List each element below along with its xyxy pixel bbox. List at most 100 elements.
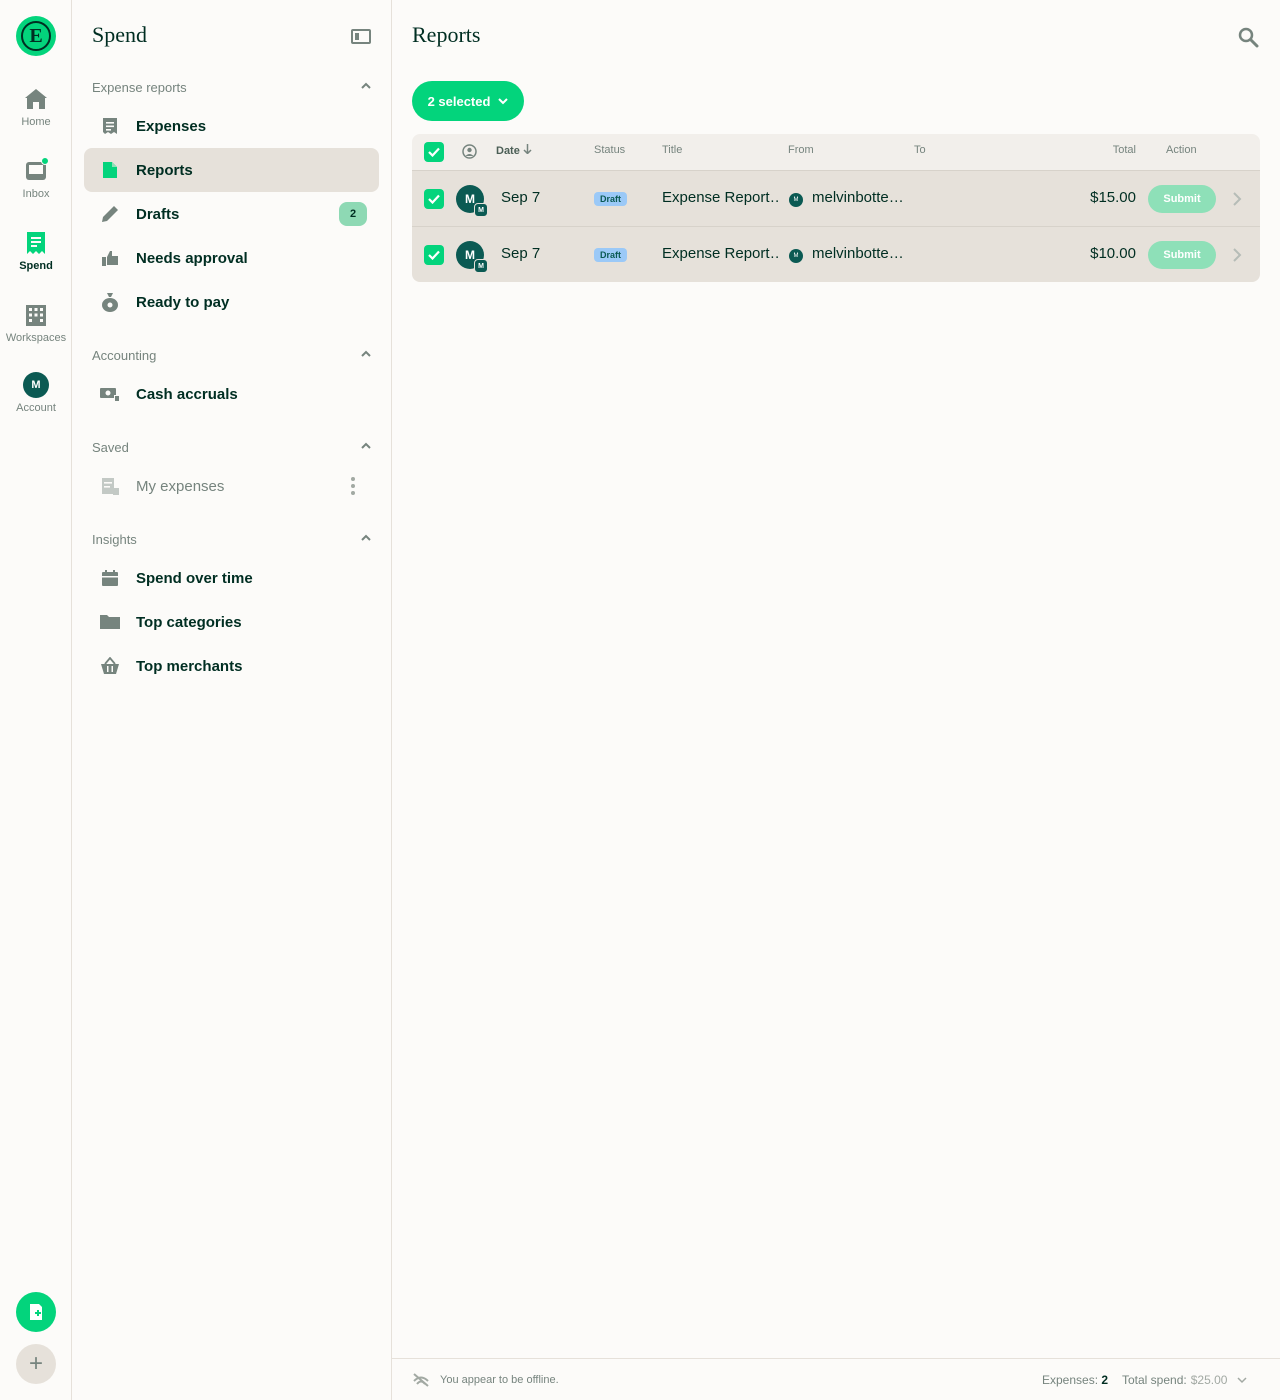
saved-search-icon <box>100 476 120 496</box>
sidebar-item-needs-approval[interactable]: Needs approval <box>84 236 379 280</box>
rail-item-workspaces[interactable]: Workspaces <box>0 302 72 344</box>
sidebar-item-top-merchants[interactable]: Top merchants <box>84 644 379 688</box>
new-expense-button[interactable] <box>16 1292 56 1332</box>
section-header-expense-reports[interactable]: Expense reports <box>92 80 372 95</box>
chevron-down-icon <box>498 98 509 105</box>
column-header-to[interactable]: To <box>914 144 926 156</box>
sidebar-item-label: Cash accruals <box>136 385 238 403</box>
selection-dropdown-button[interactable]: 2 selected <box>412 81 524 121</box>
sidebar-item-ready-to-pay[interactable]: Ready to pay <box>84 280 379 324</box>
thumbs-up-icon <box>100 248 120 268</box>
sidebar-item-my-expenses[interactable]: My expenses <box>84 464 379 508</box>
sidebar-item-expenses[interactable]: Expenses <box>84 104 379 148</box>
collapse-sidebar-icon[interactable] <box>351 29 371 44</box>
selection-label: 2 selected <box>427 93 491 109</box>
rail-item-spend[interactable]: Spend <box>0 230 72 272</box>
main-content: Reports 2 selected Date Status Title Fro… <box>392 0 1280 1400</box>
cell-total: $15.00 <box>1090 189 1136 206</box>
global-create-button[interactable]: + <box>16 1344 56 1384</box>
expenses-label: Expenses: <box>1042 1373 1099 1387</box>
cell-title: Expense Report… <box>662 245 780 262</box>
column-header-from[interactable]: From <box>788 144 814 156</box>
checkmark-icon <box>428 194 440 204</box>
column-header-status[interactable]: Status <box>594 144 625 156</box>
column-label: Date <box>496 145 520 157</box>
rail-item-account[interactable]: M Account <box>0 372 72 414</box>
section-title: Expense reports <box>92 80 187 95</box>
from-avatar: M <box>789 249 803 263</box>
receipt-icon <box>100 116 120 136</box>
status-badge: Draft <box>594 248 628 262</box>
inbox-icon <box>23 157 49 184</box>
section-header-saved[interactable]: Saved <box>92 440 372 455</box>
spend-label: Total spend: <box>1122 1373 1187 1387</box>
rail-label-spend: Spend <box>19 260 53 272</box>
sidebar-item-label: Needs approval <box>136 249 248 267</box>
rail-label-workspaces: Workspaces <box>5 332 67 344</box>
sidebar-item-drafts[interactable]: Drafts 2 <box>84 192 379 236</box>
new-receipt-icon <box>30 1304 42 1320</box>
column-header-date[interactable]: Date <box>496 144 532 157</box>
column-header-title[interactable]: Title <box>662 144 682 156</box>
table-header: Date Status Title From To Total Action <box>412 134 1260 170</box>
section-title: Accounting <box>92 348 157 363</box>
status-footer: You appear to be offline. Expenses: 2 To… <box>392 1358 1280 1400</box>
sidebar-item-label: My expenses <box>136 477 225 495</box>
select-all-checkbox[interactable] <box>424 142 444 162</box>
sidebar-item-cash-accruals[interactable]: Cash accruals <box>84 372 379 416</box>
table-row[interactable]: MM Sep 7 Draft Expense Report… M melvinb… <box>412 226 1260 282</box>
row-checkbox[interactable] <box>424 245 444 265</box>
column-header-total[interactable]: Total <box>1113 144 1136 156</box>
table-row[interactable]: MM Sep 7 Draft Expense Report… M melvinb… <box>412 170 1260 226</box>
more-options-icon[interactable] <box>351 477 355 495</box>
sidebar-item-label: Reports <box>136 161 193 179</box>
sort-down-arrow-icon <box>523 144 532 155</box>
rail-item-inbox[interactable]: Inbox <box>0 157 72 200</box>
rail-label-account: Account <box>16 402 56 414</box>
spend-sidebar: Spend Expense reports Expenses Reports D… <box>72 0 392 1400</box>
home-icon <box>23 86 49 112</box>
expenses-value: 2 <box>1101 1373 1109 1387</box>
workspace-avatar: M <box>474 259 488 273</box>
user-icon <box>462 144 477 159</box>
avatar: MM <box>456 185 488 217</box>
chevron-right-icon[interactable] <box>1232 247 1242 263</box>
avatar: M <box>23 372 49 398</box>
section-header-accounting[interactable]: Accounting <box>92 348 372 363</box>
left-rail: E Home Inbox Spend Workspaces M Account … <box>0 0 72 1400</box>
expensify-logo[interactable]: E <box>16 16 56 56</box>
status-badge: Draft <box>594 192 628 206</box>
money-bag-icon <box>100 292 120 312</box>
search-icon[interactable] <box>1237 26 1259 48</box>
submit-button[interactable]: Submit <box>1148 241 1216 269</box>
section-title: Saved <box>92 440 129 455</box>
calendar-icon <box>100 568 120 588</box>
rail-item-home[interactable]: Home <box>0 86 72 128</box>
chevron-up-icon <box>361 82 371 89</box>
sidebar-item-spend-over-time[interactable]: Spend over time <box>84 556 379 600</box>
folder-icon <box>100 612 120 632</box>
total-spend[interactable]: Total spend: $25.00 <box>1122 1373 1247 1387</box>
cell-date: Sep 7 <box>501 245 541 262</box>
submit-button[interactable]: Submit <box>1148 185 1216 213</box>
checkmark-icon <box>428 147 440 157</box>
cash-icon <box>100 384 120 404</box>
column-header-action: Action <box>1166 144 1197 156</box>
sidebar-title: Spend <box>92 22 147 47</box>
sidebar-item-top-categories[interactable]: Top categories <box>84 600 379 644</box>
workspace-avatar: M <box>474 203 488 217</box>
chevron-right-icon[interactable] <box>1232 191 1242 207</box>
page-title: Reports <box>412 22 481 47</box>
sidebar-item-label: Spend over time <box>136 569 253 587</box>
cell-from: melvinbotte… <box>812 245 902 262</box>
cell-title: Expense Report… <box>662 189 780 206</box>
sidebar-item-reports[interactable]: Reports <box>84 148 379 192</box>
row-checkbox[interactable] <box>424 189 444 209</box>
chevron-up-icon <box>361 534 371 541</box>
section-header-insights[interactable]: Insights <box>92 532 372 547</box>
receipt-icon <box>23 230 49 256</box>
avatar-initial: M <box>465 248 475 262</box>
sidebar-item-label: Ready to pay <box>136 293 230 311</box>
cell-from: melvinbotte… <box>812 189 902 206</box>
expenses-count: Expenses: 2 <box>1042 1373 1108 1387</box>
